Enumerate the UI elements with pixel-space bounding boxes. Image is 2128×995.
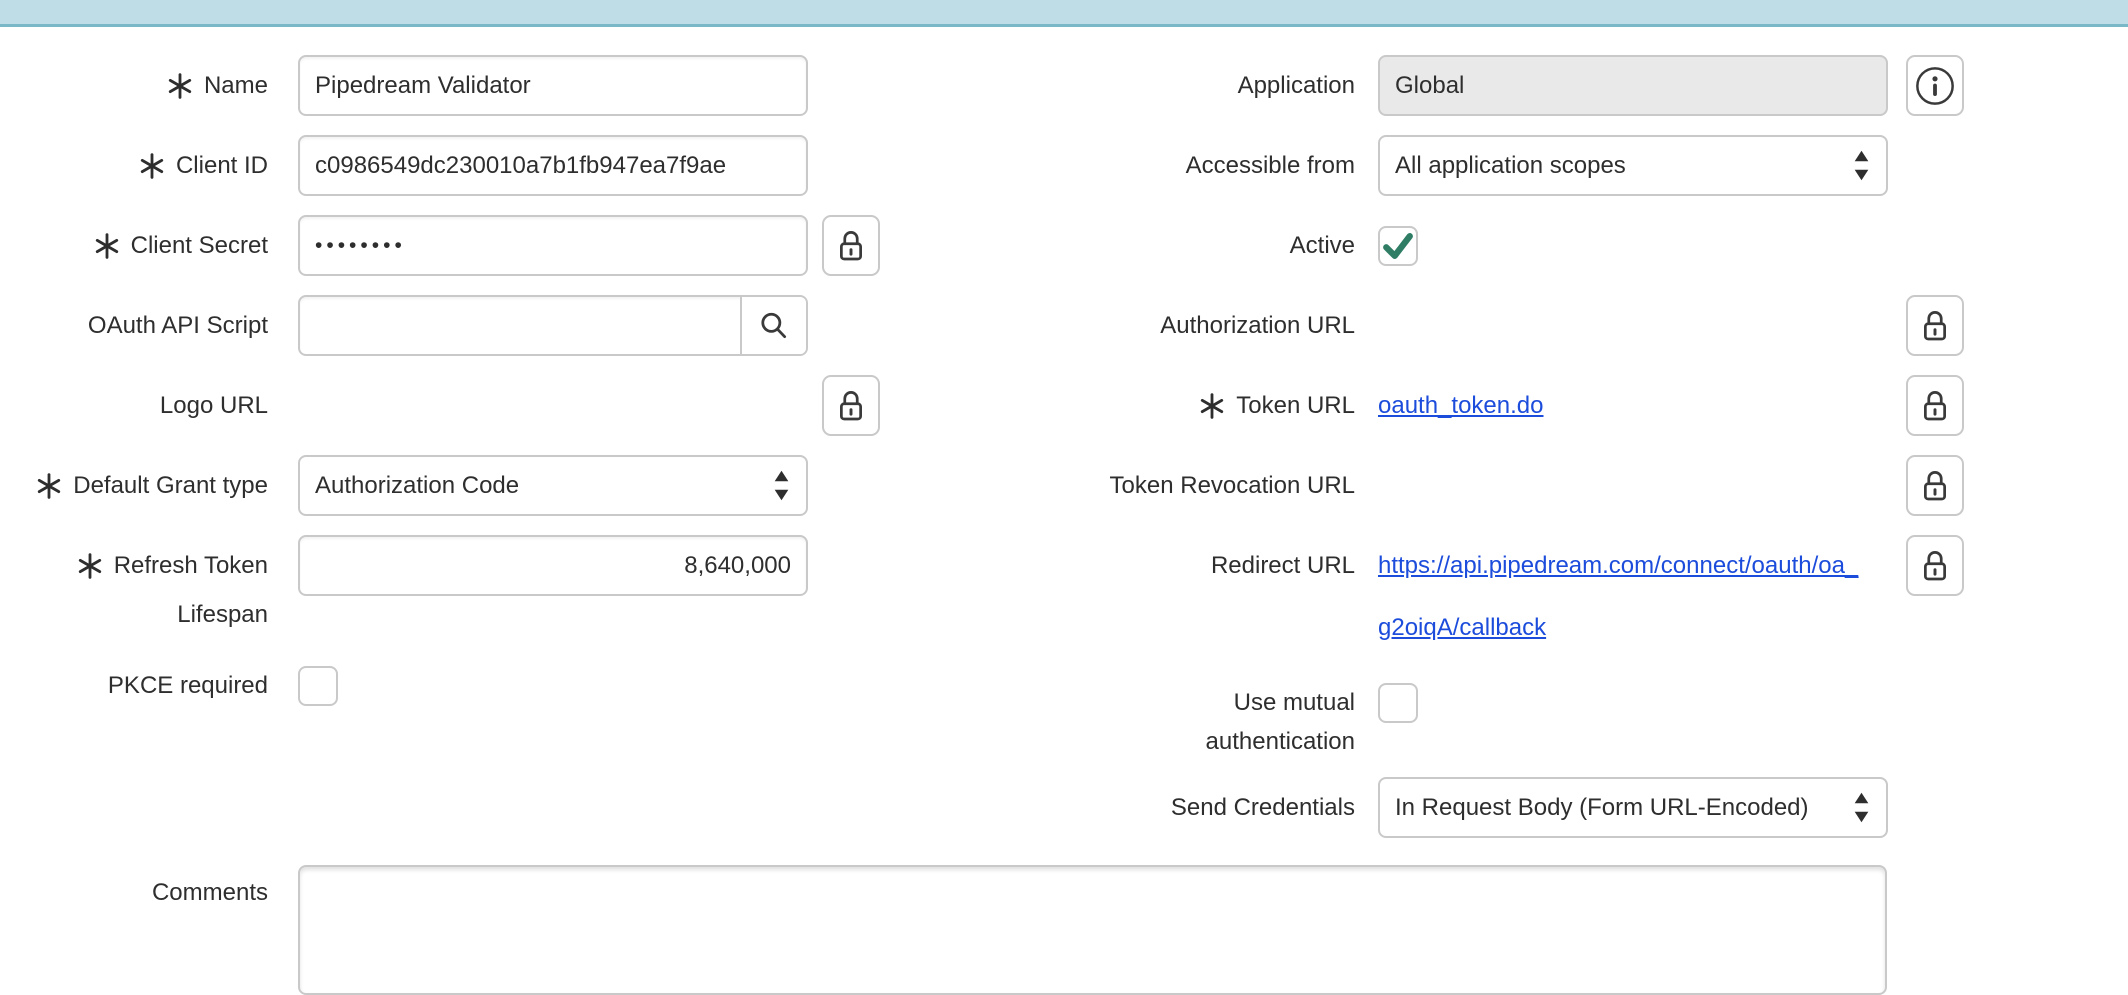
send-credentials-select[interactable]: In Request Body (Form URL-Encoded) bbox=[1378, 777, 1888, 838]
name-input[interactable] bbox=[298, 55, 808, 116]
client-secret-input[interactable] bbox=[298, 215, 808, 276]
field-row-token-url: Token URL oauth_token.do bbox=[1064, 375, 2128, 436]
default-grant-type-label: Default Grant type bbox=[73, 472, 268, 500]
mandatory-icon bbox=[167, 73, 193, 99]
lock-icon bbox=[837, 389, 865, 423]
field-row-default-grant-type: Default Grant type Authorization Code bbox=[0, 455, 1064, 516]
select-arrows-icon bbox=[1851, 147, 1872, 184]
section-header-bar bbox=[0, 0, 2128, 27]
redirect-url-link[interactable]: https://api.pipedream.com/connect/oauth/… bbox=[1378, 535, 1888, 659]
mandatory-icon bbox=[1199, 393, 1225, 419]
oauth-registry-form: Name Client ID bbox=[0, 27, 2128, 995]
name-label: Name bbox=[204, 72, 268, 100]
refresh-token-lifespan-input[interactable] bbox=[298, 535, 808, 596]
application-label: Application bbox=[1238, 72, 1355, 100]
pkce-required-label: PKCE required bbox=[108, 672, 268, 700]
accessible-from-label: Accessible from bbox=[1186, 152, 1355, 180]
mandatory-icon bbox=[139, 153, 165, 179]
token-url-link[interactable]: oauth_token.do bbox=[1378, 392, 1543, 420]
field-row-refresh-token-lifespan: Refresh Token Lifespan bbox=[0, 535, 1064, 633]
field-row-authorization-url: Authorization URL bbox=[1064, 295, 2128, 356]
authorization-url-value bbox=[1378, 295, 1888, 356]
lock-icon bbox=[837, 229, 865, 263]
logo-url-lock-button[interactable] bbox=[822, 375, 880, 436]
refresh-token-lifespan-label-line2: Lifespan bbox=[177, 601, 268, 629]
application-value: Global bbox=[1378, 55, 1888, 116]
field-row-oauth-api-script: OAuth API Script bbox=[0, 295, 1064, 356]
logo-url-value bbox=[298, 375, 808, 436]
refresh-token-lifespan-label-line1: Refresh Token bbox=[114, 552, 268, 580]
application-info-button[interactable] bbox=[1906, 55, 1964, 116]
client-secret-label: Client Secret bbox=[131, 232, 268, 260]
use-mutual-authentication-label-line1: Use mutual bbox=[1234, 689, 1355, 717]
field-row-client-id: Client ID bbox=[0, 135, 1064, 196]
mandatory-icon bbox=[36, 473, 62, 499]
redirect-url-lock-button[interactable] bbox=[1906, 535, 1964, 596]
lock-icon bbox=[1921, 469, 1949, 503]
field-row-accessible-from: Accessible from All application scopes bbox=[1064, 135, 2128, 196]
field-row-comments: Comments bbox=[0, 865, 2128, 995]
use-mutual-authentication-label-line2: authentication bbox=[1206, 728, 1355, 756]
client-id-input[interactable] bbox=[298, 135, 808, 196]
field-row-send-credentials: Send Credentials In Request Body (Form U… bbox=[1064, 777, 2128, 838]
lock-icon bbox=[1921, 549, 1949, 583]
redirect-url-label: Redirect URL bbox=[1211, 552, 1355, 580]
client-id-label: Client ID bbox=[176, 152, 268, 180]
authorization-url-label: Authorization URL bbox=[1160, 312, 1355, 340]
authorization-url-lock-button[interactable] bbox=[1906, 295, 1964, 356]
field-row-application: Application Global bbox=[1064, 55, 2128, 116]
token-url-label: Token URL bbox=[1236, 392, 1355, 420]
field-row-name: Name bbox=[0, 55, 1064, 116]
field-row-use-mutual-authentication: Use mutual authentication bbox=[1064, 683, 2128, 758]
accessible-from-value: All application scopes bbox=[1395, 152, 1626, 180]
token-url-lock-button[interactable] bbox=[1906, 375, 1964, 436]
lock-icon bbox=[1921, 389, 1949, 423]
token-revocation-url-label: Token Revocation URL bbox=[1110, 472, 1355, 500]
lock-icon bbox=[1921, 309, 1949, 343]
logo-url-label: Logo URL bbox=[160, 392, 268, 420]
field-row-token-revocation-url: Token Revocation URL bbox=[1064, 455, 2128, 516]
oauth-api-script-search-button[interactable] bbox=[740, 297, 806, 354]
pkce-required-checkbox[interactable] bbox=[298, 666, 338, 706]
select-arrows-icon bbox=[771, 467, 792, 504]
mandatory-icon bbox=[94, 233, 120, 259]
field-row-active: Active bbox=[1064, 215, 2128, 276]
field-row-client-secret: Client Secret bbox=[0, 215, 1064, 276]
search-icon bbox=[758, 310, 790, 342]
mandatory-icon bbox=[77, 553, 103, 579]
comments-label: Comments bbox=[152, 879, 268, 907]
accessible-from-select[interactable]: All application scopes bbox=[1378, 135, 1888, 196]
use-mutual-authentication-checkbox[interactable] bbox=[1378, 683, 1418, 723]
active-label: Active bbox=[1290, 232, 1355, 260]
field-row-pkce-required: PKCE required bbox=[0, 666, 1064, 706]
token-revocation-url-value bbox=[1378, 455, 1888, 516]
active-checkbox[interactable] bbox=[1378, 226, 1418, 266]
field-row-redirect-url: Redirect URL https://api.pipedream.com/c… bbox=[1064, 535, 2128, 664]
oauth-api-script-input[interactable] bbox=[300, 297, 740, 354]
client-secret-lock-button[interactable] bbox=[822, 215, 880, 276]
default-grant-type-value: Authorization Code bbox=[315, 472, 519, 500]
select-arrows-icon bbox=[1851, 789, 1872, 826]
checkmark-icon bbox=[1381, 229, 1415, 263]
send-credentials-value: In Request Body (Form URL-Encoded) bbox=[1395, 794, 1809, 822]
field-row-logo-url: Logo URL bbox=[0, 375, 1064, 436]
info-icon bbox=[1914, 65, 1956, 107]
send-credentials-label: Send Credentials bbox=[1171, 794, 1355, 822]
oauth-api-script-label: OAuth API Script bbox=[88, 312, 268, 340]
comments-textarea[interactable] bbox=[298, 865, 1887, 995]
default-grant-type-select[interactable]: Authorization Code bbox=[298, 455, 808, 516]
token-revocation-url-lock-button[interactable] bbox=[1906, 455, 1964, 516]
